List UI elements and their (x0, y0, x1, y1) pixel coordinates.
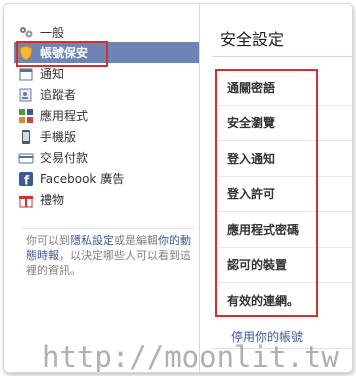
sidebar-item-label: 交易付款 (40, 151, 89, 165)
sidebar-item-followers[interactable]: 追蹤者 (14, 84, 199, 105)
privacy-settings-link[interactable]: 隱私設定 (70, 234, 114, 247)
sidebar-item-label: 通知 (40, 67, 65, 81)
sidebar-item-gifts[interactable]: 禮物 (14, 189, 199, 210)
shield-icon (18, 44, 34, 61)
title-divider (212, 56, 352, 57)
settings-window: 一般帳號保安通知追蹤者應用程式手機版交易付款 f Facebook 廣告 禮物 你可以… (3, 3, 353, 373)
privacy-note-text: 或是編輯 (114, 234, 158, 247)
page-title: 安全設定 (220, 30, 285, 49)
settings-sidebar: 一般帳號保安通知追蹤者應用程式手機版交易付款 f Facebook 廣告 禮物 你可以… (4, 4, 199, 372)
sidebar-item-label: 禮物 (40, 193, 65, 207)
sidebar-item-facebook-ads[interactable]: f Facebook 廣告 (14, 168, 199, 189)
facebook-icon: f (18, 171, 34, 187)
mobile-icon (18, 129, 34, 145)
calendar-icon (18, 66, 34, 82)
sidebar-nav: 一般帳號保安通知追蹤者應用程式手機版交易付款 f Facebook 廣告 禮物 (14, 22, 199, 210)
sidebar-divider (22, 228, 194, 229)
gears-icon (18, 24, 34, 40)
sidebar-item-label: 帳號保安 (40, 46, 89, 60)
security-settings-panel: 安全設定 通關密語 安全瀏覽 登入通知 登入許可 應用程式密碼 認可的裝置 有效的連網。 停… (199, 4, 352, 372)
sidebar-item-label: 追蹤者 (40, 88, 77, 102)
watermark-text: http://moonlit.tw (42, 340, 339, 373)
highlight-annotation-box (215, 69, 318, 317)
sidebar-item-apps[interactable]: 應用程式 (14, 105, 199, 126)
sidebar-item-label: 手機版 (40, 130, 77, 144)
payments-icon (18, 150, 34, 166)
privacy-note-text: 你可以到 (26, 234, 70, 247)
privacy-note: 你可以到隱私設定或是編輯你的動態時報，以決定哪些人可以看到這裡的資訊。 (26, 233, 192, 278)
sidebar-item-general[interactable]: 一般 (14, 22, 199, 42)
sidebar-item-label: 一般 (40, 25, 65, 40)
sidebar-item-notifications[interactable]: 通知 (14, 63, 199, 84)
sidebar-item-security[interactable]: 帳號保安 (14, 42, 199, 63)
sidebar-item-mobile[interactable]: 手機版 (14, 126, 199, 147)
apps-icon (18, 108, 34, 124)
gift-icon (18, 192, 34, 208)
svg-text:f: f (24, 173, 30, 187)
followers-icon (18, 87, 34, 103)
sidebar-item-label: 應用程式 (40, 109, 89, 123)
sidebar-item-label: Facebook 廣告 (40, 172, 125, 186)
sidebar-item-payments[interactable]: 交易付款 (14, 147, 199, 168)
